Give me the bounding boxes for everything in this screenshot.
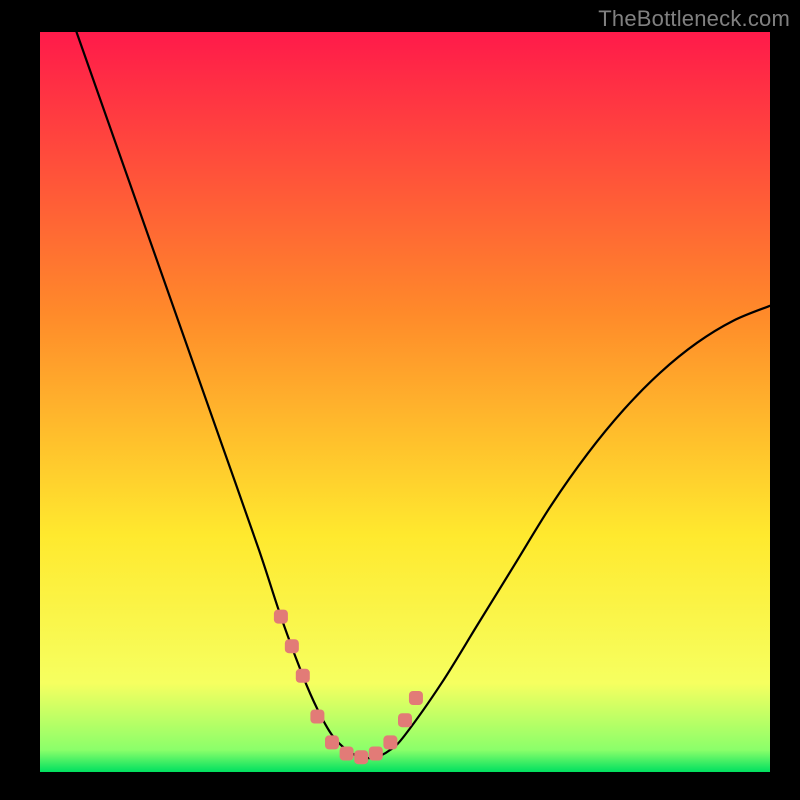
marker-point — [354, 750, 368, 764]
marker-point — [296, 669, 310, 683]
bottleneck-chart — [0, 0, 800, 800]
marker-point — [285, 639, 299, 653]
marker-point — [398, 713, 412, 727]
marker-point — [383, 735, 397, 749]
marker-point — [325, 735, 339, 749]
plot-background — [40, 32, 770, 772]
chart-container: TheBottleneck.com — [0, 0, 800, 800]
marker-point — [310, 710, 324, 724]
marker-point — [409, 691, 423, 705]
marker-point — [274, 610, 288, 624]
marker-point — [340, 747, 354, 761]
marker-point — [369, 747, 383, 761]
